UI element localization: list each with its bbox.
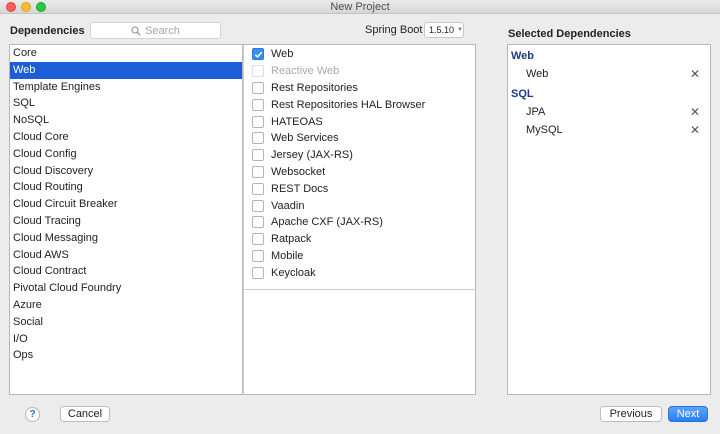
- dependency-label: Vaadin: [271, 199, 305, 212]
- dependency-item[interactable]: Apache CXF (JAX-RS): [244, 214, 475, 231]
- dependency-label: Jersey (JAX-RS): [271, 149, 353, 162]
- window-title: New Project: [330, 1, 390, 13]
- dependency-item[interactable]: Vaadin: [244, 197, 475, 214]
- selected-dependency-label: MySQL: [526, 124, 563, 136]
- dependency-label: Web: [271, 48, 294, 61]
- dependency-item: Reactive Web: [244, 63, 475, 80]
- dependency-label: Reactive Web: [271, 65, 340, 78]
- search-icon: [131, 25, 141, 36]
- dependency-checkbox[interactable]: [252, 182, 264, 195]
- dependency-item[interactable]: Mobile: [244, 248, 475, 265]
- selected-dependency-item: MySQL ✕: [508, 121, 710, 139]
- next-button[interactable]: Next: [668, 406, 708, 422]
- selected-dependencies-heading: Selected Dependencies: [508, 28, 631, 40]
- dependency-checkbox[interactable]: [252, 233, 264, 246]
- selected-groups: Web Web ✕ SQL JPA ✕ MySQL ✕: [508, 45, 710, 139]
- selected-dependency-label: Web: [526, 68, 549, 80]
- dependency-label: HATEOAS: [271, 115, 323, 128]
- category-item[interactable]: NoSQL: [10, 112, 242, 129]
- checkmark-icon: [254, 51, 262, 58]
- dependency-checkbox[interactable]: [252, 165, 264, 178]
- close-icon[interactable]: ✕: [690, 124, 700, 136]
- category-item[interactable]: I/O: [10, 331, 242, 348]
- category-item[interactable]: Social: [10, 314, 242, 331]
- title-bar: New Project: [0, 0, 720, 14]
- dependency-item[interactable]: Rest Repositories: [244, 80, 475, 97]
- selected-dependency-label: JPA: [526, 106, 546, 118]
- dependency-label: Rest Repositories HAL Browser: [271, 98, 426, 111]
- selected-group-title: SQL: [511, 88, 534, 100]
- dependency-item[interactable]: Keycloak: [244, 264, 475, 281]
- dependency-checkbox[interactable]: [252, 132, 264, 145]
- previous-button[interactable]: Previous: [600, 406, 662, 422]
- category-item[interactable]: Cloud Core: [10, 129, 242, 146]
- dependency-label: REST Docs: [271, 182, 329, 195]
- dependency-item[interactable]: Rest Repositories HAL Browser: [244, 96, 475, 113]
- dependency-list: Web Reactive Web Rest Repositories Rest Rep…: [244, 45, 475, 281]
- dependency-label: Keycloak: [271, 266, 316, 279]
- category-item[interactable]: Cloud AWS: [10, 247, 242, 264]
- selected-group: SQL JPA ✕ MySQL ✕: [508, 83, 710, 139]
- category-list: Core Web Template Engines SQL NoSQL Cloud Cor…: [10, 45, 242, 364]
- spring-boot-version-select[interactable]: 1.5.10 ▼: [424, 22, 464, 38]
- panel-divider: [244, 289, 475, 290]
- category-item[interactable]: Cloud Contract: [10, 263, 242, 280]
- selected-dependencies-panel: Web Web ✕ SQL JPA ✕ MySQL ✕: [507, 44, 711, 395]
- dependency-checkbox[interactable]: [252, 115, 264, 128]
- dependency-item[interactable]: Web: [244, 46, 475, 63]
- dependency-checkbox[interactable]: [252, 149, 264, 162]
- category-item[interactable]: Template Engines: [10, 79, 242, 96]
- dependencies-heading: Dependencies: [10, 25, 85, 37]
- dependency-item[interactable]: HATEOAS: [244, 113, 475, 130]
- category-item[interactable]: Cloud Circuit Breaker: [10, 196, 242, 213]
- selected-group: Web Web ✕: [508, 45, 710, 83]
- category-list-panel: Core Web Template Engines SQL NoSQL Cloud Cor…: [9, 44, 243, 395]
- dependency-label: Apache CXF (JAX-RS): [271, 216, 383, 229]
- dependency-label: Mobile: [271, 249, 304, 262]
- dependency-checkbox[interactable]: [252, 216, 264, 229]
- dependency-item[interactable]: Jersey (JAX-RS): [244, 147, 475, 164]
- category-item[interactable]: Pivotal Cloud Foundry: [10, 280, 242, 297]
- dependency-label: Web Services: [271, 132, 339, 145]
- category-item[interactable]: Cloud Messaging: [10, 230, 242, 247]
- spring-boot-version-value: 1.5.10: [429, 25, 455, 35]
- chevron-down-icon: ▼: [457, 27, 463, 33]
- category-item[interactable]: Core: [10, 45, 242, 62]
- search-input[interactable]: Search: [90, 22, 221, 39]
- category-item[interactable]: Cloud Discovery: [10, 163, 242, 180]
- selected-group-title: Web: [511, 50, 535, 62]
- dependency-checkbox[interactable]: [252, 199, 264, 212]
- dependency-label: Rest Repositories: [271, 81, 358, 94]
- category-item[interactable]: Cloud Routing: [10, 179, 242, 196]
- dependency-label: Websocket: [271, 165, 326, 178]
- close-icon[interactable]: ✕: [690, 68, 700, 80]
- spring-boot-label: Spring Boot: [365, 24, 423, 36]
- category-item[interactable]: SQL: [10, 95, 242, 112]
- dependency-checkbox[interactable]: [252, 81, 264, 94]
- dependency-item[interactable]: Web Services: [244, 130, 475, 147]
- close-icon[interactable]: ✕: [690, 106, 700, 118]
- dependency-item[interactable]: Websocket: [244, 164, 475, 181]
- selected-dependency-item: JPA ✕: [508, 103, 710, 121]
- category-item[interactable]: Ops: [10, 347, 242, 364]
- dependency-item[interactable]: REST Docs: [244, 180, 475, 197]
- category-item[interactable]: Web: [10, 61, 242, 79]
- help-button[interactable]: ?: [25, 407, 40, 422]
- category-item[interactable]: Cloud Tracing: [10, 213, 242, 230]
- dependency-list-panel: Web Reactive Web Rest Repositories Rest Rep…: [243, 44, 476, 395]
- cancel-button[interactable]: Cancel: [60, 406, 110, 422]
- dependency-item[interactable]: Ratpack: [244, 231, 475, 248]
- dependency-checkbox[interactable]: [252, 266, 264, 279]
- dependency-checkbox[interactable]: [252, 48, 264, 61]
- category-item[interactable]: Azure: [10, 297, 242, 314]
- dependency-checkbox: [252, 65, 264, 78]
- search-placeholder: Search: [145, 24, 180, 37]
- dependency-label: Ratpack: [271, 233, 312, 246]
- dependency-checkbox[interactable]: [252, 98, 264, 111]
- dependency-checkbox[interactable]: [252, 249, 264, 262]
- category-item[interactable]: Cloud Config: [10, 146, 242, 163]
- selected-dependency-item: Web ✕: [508, 65, 710, 83]
